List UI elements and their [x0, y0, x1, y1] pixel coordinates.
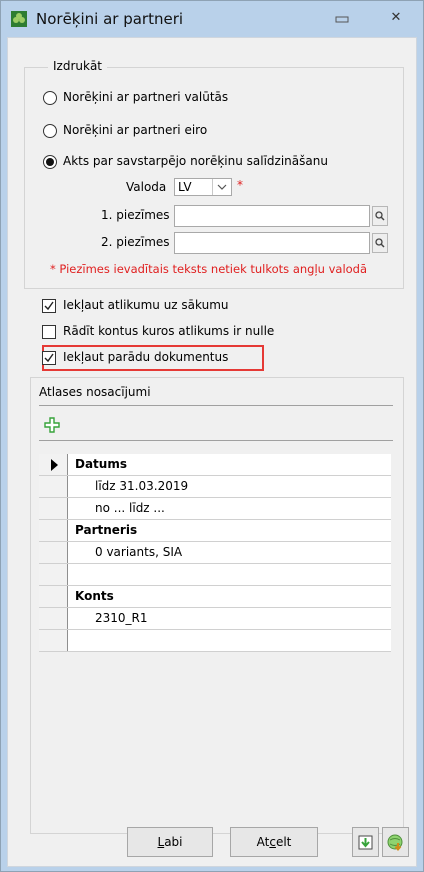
cancel-button[interactable]: Atcelt: [230, 827, 318, 857]
row-header: [39, 630, 68, 651]
radio-euro[interactable]: [43, 124, 57, 138]
grid-cell: Konts: [75, 589, 114, 603]
grid-row[interactable]: līdz 31.03.2019: [39, 476, 391, 498]
include-opening-balance-label[interactable]: Iekļaut atlikumu uz sākumu: [63, 298, 229, 312]
close-icon: ✕: [390, 10, 402, 25]
radio-reconciliation-label[interactable]: Akts par savstarpējo norēķinu salīdzināš…: [63, 154, 328, 168]
divider: [39, 440, 393, 441]
dialog-content: Izdrukāt Norēķini ar partneri valūtās No…: [7, 37, 417, 867]
web-download-button[interactable]: [382, 827, 409, 857]
grid-cell: no ... līdz ...: [95, 501, 165, 515]
note2-label: 2. piezīmes: [101, 235, 170, 249]
row-header: [39, 564, 68, 585]
app-clover-icon: [11, 11, 27, 27]
row-header: [39, 476, 68, 497]
checkmark-icon: [44, 301, 54, 311]
grid-row[interactable]: Konts: [39, 586, 391, 608]
divider: [39, 405, 393, 406]
row-header: [39, 520, 68, 541]
grid-row[interactable]: 2310_R1: [39, 608, 391, 630]
include-debt-documents-checkbox[interactable]: [42, 351, 56, 365]
note1-label: 1. piezīmes: [101, 208, 170, 222]
show-zero-balance-checkbox[interactable]: [42, 325, 56, 339]
dialog-window: Norēķini ar partneri ✕ Izdrukāt Norēķini…: [0, 0, 424, 872]
cancel-label-pre: At: [256, 835, 270, 849]
window-title: Norēķini ar partneri: [36, 10, 184, 28]
checkmark-icon: [44, 353, 54, 363]
selection-criteria-panel: Atlases nosacījumi Datums līdz 31.03.201…: [30, 377, 404, 834]
translation-notice: * Piezīmes ievadītais teksts netiek tulk…: [50, 262, 368, 276]
grid-cell: 2310_R1: [95, 611, 148, 625]
title-bar[interactable]: Norēķini ar partneri ✕: [1, 1, 423, 37]
row-header: [39, 454, 68, 475]
grid-row[interactable]: no ... līdz ...: [39, 498, 391, 520]
download-button[interactable]: [352, 827, 379, 857]
radio-currency-label[interactable]: Norēķini ar partneri valūtās: [63, 90, 228, 104]
required-mark: *: [237, 178, 243, 192]
selection-criteria-title: Atlases nosacījumi: [39, 385, 151, 399]
show-zero-balance-label[interactable]: Rādīt kontus kuros atlikums ir nulle: [63, 324, 274, 338]
note1-input[interactable]: [174, 205, 370, 227]
radio-euro-label[interactable]: Norēķini ar partneri eiro: [63, 123, 207, 137]
row-header: [39, 542, 68, 563]
include-debt-documents-label[interactable]: Iekļaut parādu dokumentus: [63, 350, 228, 364]
grid-cell: Partneris: [75, 523, 138, 537]
language-select[interactable]: LV: [174, 178, 232, 196]
language-label: Valoda: [126, 180, 167, 194]
search-icon: [375, 211, 385, 221]
cancel-label-post: elt: [275, 835, 292, 849]
grid-row[interactable]: [39, 630, 391, 652]
download-arrow-icon: [358, 835, 373, 850]
add-icon[interactable]: [43, 416, 61, 434]
grid-row[interactable]: [39, 564, 391, 586]
grid-cell: 0 variants, SIA: [95, 545, 183, 559]
ok-label-rest: abi: [164, 835, 183, 849]
note2-search-button[interactable]: [372, 233, 388, 253]
cancel-accesskey: c: [269, 835, 276, 849]
chevron-down-icon: [212, 179, 231, 195]
current-row-pointer-icon: [51, 459, 58, 471]
row-header: [39, 498, 68, 519]
grid-cell: Datums: [75, 457, 127, 471]
grid-row[interactable]: Partneris: [39, 520, 391, 542]
note1-search-button[interactable]: [372, 206, 388, 226]
globe-download-icon: [387, 834, 403, 852]
radio-currency[interactable]: [43, 91, 57, 105]
row-header: [39, 586, 68, 607]
row-header: [39, 608, 68, 629]
grid-row[interactable]: 0 variants, SIA: [39, 542, 391, 564]
grid-cell: līdz 31.03.2019: [95, 479, 189, 493]
close-button[interactable]: ✕: [387, 9, 405, 27]
search-icon: [375, 238, 385, 248]
note2-input[interactable]: [174, 232, 370, 254]
grid-row[interactable]: Datums: [39, 454, 391, 476]
print-group-title: Izdrukāt: [48, 59, 108, 73]
language-value: LV: [178, 180, 192, 194]
include-opening-balance-checkbox[interactable]: [42, 299, 56, 313]
ok-button[interactable]: Labi: [127, 827, 213, 857]
radio-reconciliation-act[interactable]: [43, 155, 57, 169]
minimize-button[interactable]: [333, 11, 351, 25]
criteria-grid[interactable]: Datums līdz 31.03.2019 no ... līdz ... P…: [39, 454, 391, 652]
